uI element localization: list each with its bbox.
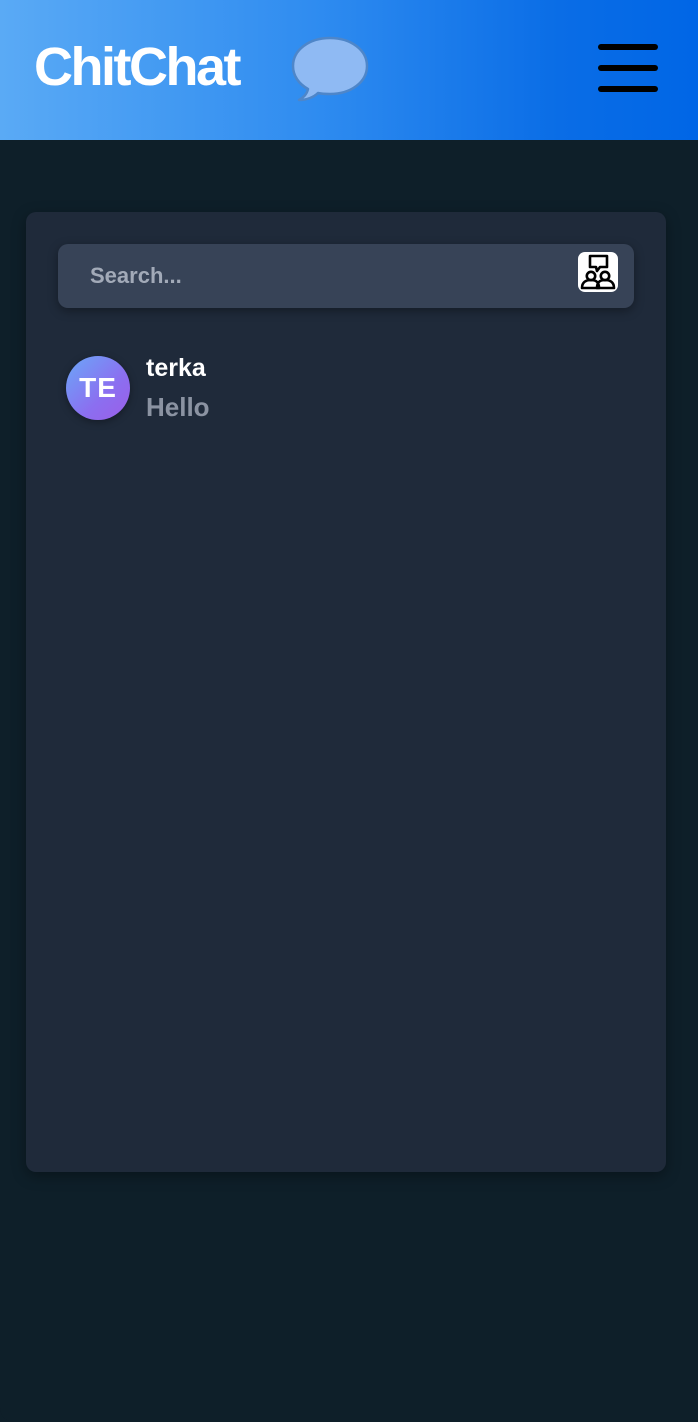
- app-header: ChitChat: [0, 0, 698, 140]
- contact-name: terka: [146, 354, 206, 382]
- app-title: ChitChat: [34, 37, 241, 97]
- chat-list-panel: TE terka Hello: [26, 212, 666, 1172]
- hamburger-menu-icon[interactable]: [596, 42, 660, 94]
- contact-list-item[interactable]: TE terka Hello: [66, 354, 626, 422]
- search-bar: [58, 244, 634, 308]
- app-window: ChitChat TE terka Hello: [0, 0, 698, 1422]
- search-input[interactable]: [58, 244, 568, 308]
- last-message-preview: Hello: [146, 392, 210, 422]
- speech-bubble-icon: [291, 36, 369, 102]
- avatar: TE: [66, 356, 130, 420]
- new-group-chat-icon[interactable]: [578, 252, 618, 292]
